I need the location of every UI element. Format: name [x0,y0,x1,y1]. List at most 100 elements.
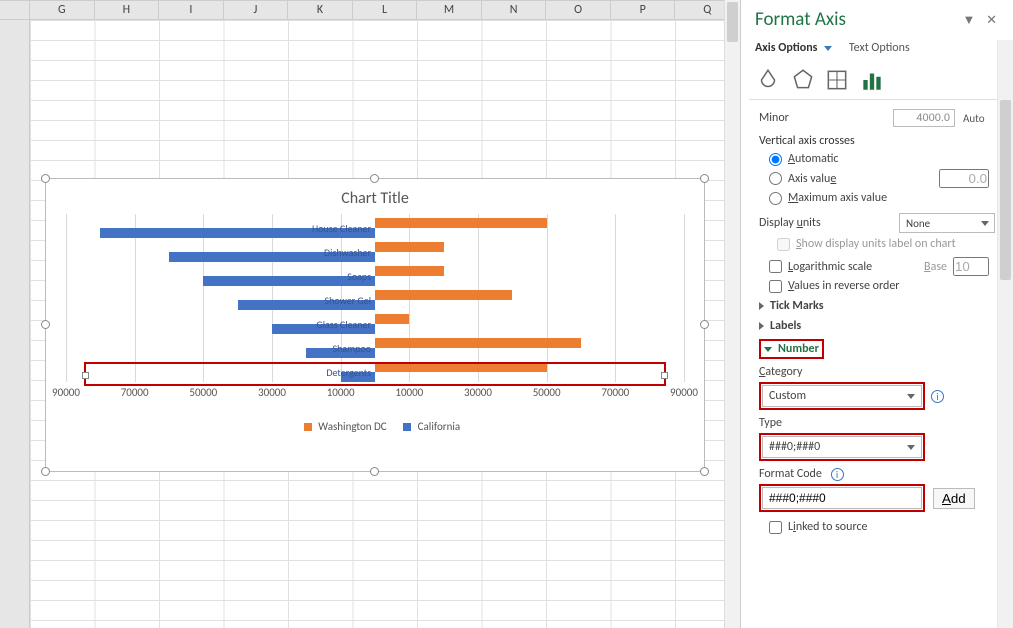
tab-text-options[interactable]: Text Options [849,41,910,55]
acc-number[interactable]: Number [759,339,995,359]
resize-handle[interactable] [700,174,709,183]
panel-scrollbar[interactable] [997,40,1013,628]
x-axis-tick-labels[interactable]: 9000070000500003000010000100003000050000… [66,386,684,402]
axis-tick-label: 50000 [533,386,561,399]
log-base-input[interactable] [953,257,989,276]
radio-automatic[interactable]: Automatic [769,152,995,166]
display-units-value: None [906,217,930,230]
info-icon[interactable]: i [831,468,844,481]
resize-handle[interactable] [700,467,709,476]
format-code-input-wrap [762,487,922,509]
category-label: Glass Cleaner [316,318,371,331]
chart-category-row: Glass Cleaner [66,314,684,334]
log-scale-checkbox[interactable] [769,260,782,273]
col-header[interactable]: G [30,1,95,19]
format-axis-panel: Format Axis ▼ ✕ Axis Options Text Option… [740,0,1013,628]
radio-axis-value-input[interactable] [769,172,782,185]
minor-unit-row: Minor Auto [759,108,995,128]
category-select[interactable]: Custom [762,385,922,407]
resize-handle[interactable] [370,174,379,183]
tab-axis-options-label: Axis Options [755,41,817,55]
axis-tick-label: 10000 [327,386,355,399]
category-value: Custom [769,389,806,403]
tab-axis-options[interactable]: Axis Options [755,41,832,55]
reverse-order-checkbox[interactable] [769,280,782,293]
col-header[interactable]: K [288,1,353,19]
display-units-row: Display units None [759,213,995,233]
type-value: ###0;###0 [769,440,820,454]
panel-tabs: Axis Options Text Options [741,35,1013,63]
log-scale-check[interactable]: Logarithmic scale Base [769,257,995,276]
col-header[interactable]: I [159,1,224,19]
bar-series1[interactable] [375,218,547,228]
category-label: Shower Gel [325,294,371,307]
col-header[interactable]: N [482,1,547,19]
minor-unit-input[interactable] [893,109,955,127]
category-label: Dishwasher [324,246,371,259]
panel-icon-row [741,63,1013,99]
chart-object[interactable]: Chart Title House CleanerDishwasherSoaps… [45,178,705,472]
format-code-input[interactable] [769,488,915,508]
bar-series1[interactable] [375,290,512,300]
axis-tick-label: 10000 [395,386,423,399]
resize-handle[interactable] [41,174,50,183]
crosses-heading: Vertical axis crosses [759,134,995,148]
bar-series1[interactable] [375,242,444,252]
radio-max-axis-input[interactable] [769,192,782,205]
chart-legend[interactable]: Washington DC California [46,414,704,437]
axis-options-icon[interactable] [859,67,885,89]
panel-close-button[interactable]: ✕ [982,13,1001,28]
radio-max-axis[interactable]: Maximum axis value [769,191,995,205]
chevron-down-icon [824,46,832,51]
display-units-select[interactable]: None [899,213,995,233]
chart-title[interactable]: Chart Title [46,179,704,214]
chart-plot-area[interactable]: House CleanerDishwasherSoapsShower GelGl… [66,214,684,414]
add-button[interactable]: Add [933,488,975,509]
acc-tick-marks[interactable]: Tick Marks [759,299,995,313]
legend-swatch-series1 [304,423,312,431]
radio-automatic-label: utomatic [795,152,839,166]
axis-tick-label: 50000 [189,386,217,399]
resize-handle[interactable] [41,320,50,329]
axis-sel-handle[interactable] [82,372,89,379]
col-header[interactable]: J [224,1,289,19]
size-properties-icon[interactable] [824,67,850,89]
reverse-order-check[interactable]: Values in reverse order [769,279,995,293]
resize-handle[interactable] [370,467,379,476]
col-header[interactable]: M [417,1,482,19]
chart-bars: House CleanerDishwasherSoapsShower GelGl… [66,218,684,378]
show-units-check[interactable]: Show display units label on chart [777,237,995,251]
axis-sel-handle[interactable] [661,372,668,379]
triangle-down-icon [764,347,772,352]
col-header[interactable]: O [546,1,611,19]
linked-to-source-checkbox[interactable] [769,521,782,534]
panel-body: Minor Auto Vertical axis crosses Automat… [741,108,1013,534]
chart-category-row: Shampoo [66,338,684,358]
info-icon[interactable]: i [931,390,944,403]
linked-to-source-check[interactable]: Linked to source [769,520,995,534]
triangle-right-icon [759,302,764,310]
acc-number-label: Number [778,342,819,356]
panel-scrollbar-thumb[interactable] [1000,100,1011,280]
type-label: Type [759,416,995,430]
bar-series1[interactable] [375,266,444,276]
resize-handle[interactable] [41,467,50,476]
chart-category-row: Shower Gel [66,290,684,310]
effects-icon[interactable] [790,67,816,89]
resize-handle[interactable] [700,320,709,329]
scrollbar-thumb[interactable] [727,2,738,42]
col-header[interactable]: L [353,1,418,19]
type-select[interactable]: ###0;###0 [762,436,922,458]
radio-automatic-input[interactable] [769,153,782,166]
chart-category-row: Soaps [66,266,684,286]
panel-menu-button[interactable]: ▼ [959,13,980,28]
acc-labels[interactable]: Labels [759,319,995,333]
radio-axis-value[interactable]: Axis value [769,169,995,188]
col-header[interactable]: H [95,1,160,19]
bar-series1[interactable] [375,314,409,324]
col-header[interactable]: P [611,1,676,19]
fill-line-icon[interactable] [755,67,781,89]
axis-value-input[interactable] [939,169,989,188]
bar-series1[interactable] [375,338,581,348]
sheet-scrollbar[interactable] [724,0,740,628]
